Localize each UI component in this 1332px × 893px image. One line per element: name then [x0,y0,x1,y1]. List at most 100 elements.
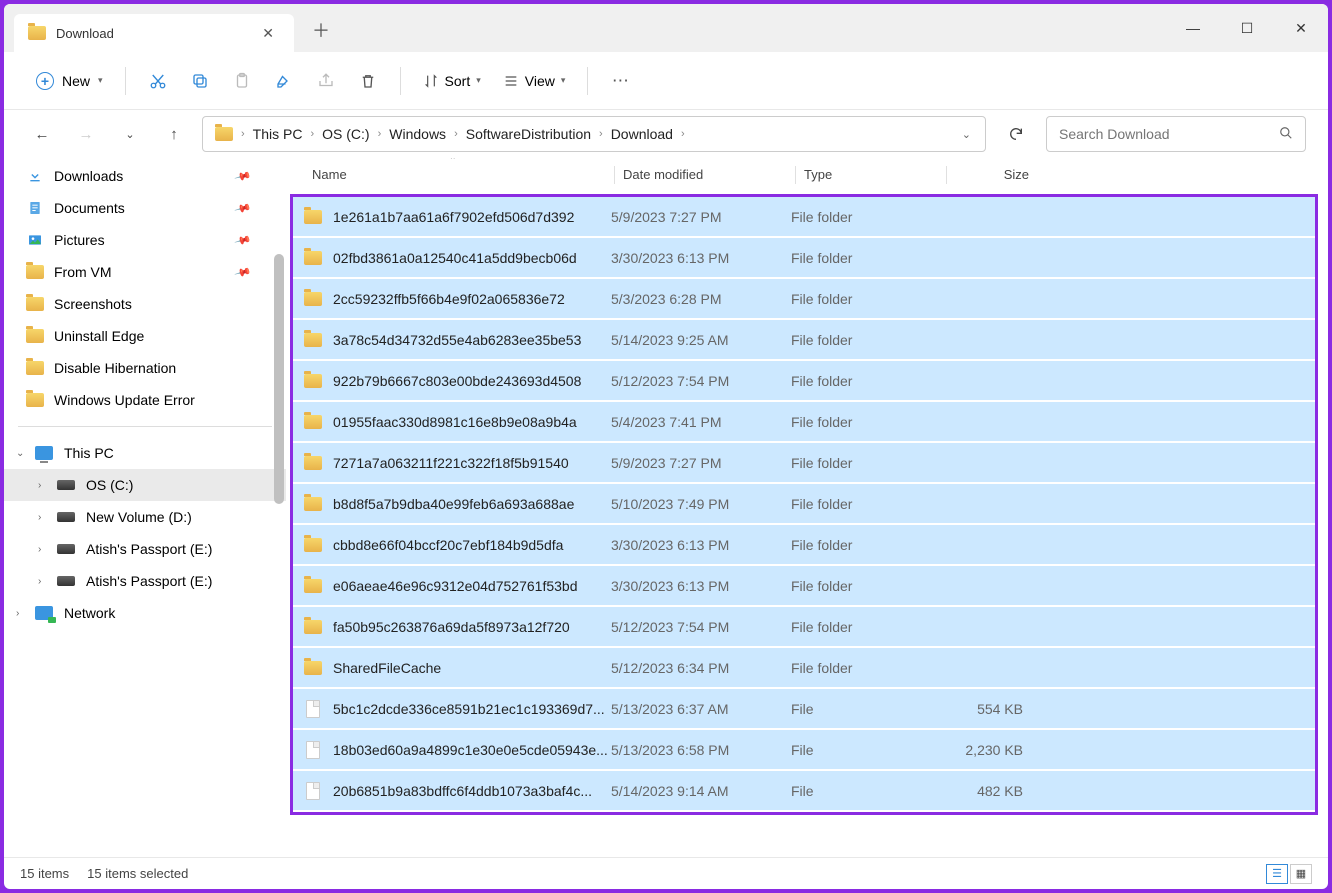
file-row[interactable]: 7271a7a063211f221c322f18f5b91540 5/9/202… [293,443,1315,484]
sidebar-item[interactable]: Disable Hibernation [4,352,286,384]
sidebar-drive[interactable]: › New Volume (D:) [4,501,286,533]
copy-button[interactable] [180,61,220,101]
chevron-right-icon[interactable]: › [38,480,56,491]
divider [18,426,272,427]
sidebar-item[interactable]: Screenshots [4,288,286,320]
sidebar-drive[interactable]: › Atish's Passport (E:) [4,533,286,565]
file-row[interactable]: cbbd8e66f04bccf20c7ebf184b9d5dfa 3/30/20… [293,525,1315,566]
rename-button[interactable] [264,61,304,101]
paste-button[interactable] [222,61,262,101]
minimize-button[interactable]: — [1166,4,1220,52]
file-name: 20b6851b9a83bdffc6f4ddb1073a3baf4c... [333,783,611,799]
sidebar-scrollbar[interactable] [272,158,286,857]
sidebar-drive[interactable]: › OS (C:) [4,469,286,501]
addressbar: ← → ⌄ ↑ › This PC › OS (C:) › Windows › … [4,110,1328,158]
sort-button[interactable]: Sort ▾ [413,67,491,95]
recent-button[interactable]: ⌄ [114,118,146,150]
breadcrumb-item[interactable]: OS (C:) [316,122,375,146]
file-row[interactable]: 922b79b6667c803e00bde243693d4508 5/12/20… [293,361,1315,402]
sidebar-item-label: Disable Hibernation [54,360,176,376]
cut-icon [149,72,167,90]
close-tab-icon[interactable]: ✕ [256,21,280,46]
file-row[interactable]: fa50b95c263876a69da5f8973a12f720 5/12/20… [293,607,1315,648]
new-tab-button[interactable]: ＋ [304,13,338,47]
breadcrumb-dropdown[interactable]: ⌄ [954,128,979,141]
close-window-button[interactable]: ✕ [1274,4,1328,52]
file-row[interactable]: 5bc1c2dcde336ce8591b21ec1c193369d7... 5/… [293,689,1315,730]
sidebar-item[interactable]: Downloads 📌 [4,160,286,192]
refresh-button[interactable] [998,116,1034,152]
maximize-button[interactable]: ☐ [1220,4,1274,52]
file-row[interactable]: 02fbd3861a0a12540c41a5dd9becb06d 3/30/20… [293,238,1315,279]
sidebar-network[interactable]: › Network [4,597,286,629]
file-row[interactable]: 1e261a1b7aa61a6f7902efd506d7d392 5/9/202… [293,197,1315,238]
file-name: 7271a7a063211f221c322f18f5b91540 [333,455,611,471]
drive-icon [56,573,76,589]
breadcrumb-item[interactable]: Windows [383,122,452,146]
breadcrumb[interactable]: › This PC › OS (C:) › Windows › Software… [202,116,986,152]
forward-button[interactable]: → [70,118,102,150]
file-type: File [791,783,941,799]
details-view-button[interactable]: ☰ [1266,864,1288,884]
sidebar-item[interactable]: From VM 📌 [4,256,286,288]
search-box[interactable] [1046,116,1306,152]
file-type: File folder [791,619,941,635]
chevron-down-icon[interactable]: ⌄ [16,448,34,459]
file-row[interactable]: 20b6851b9a83bdffc6f4ddb1073a3baf4c... 5/… [293,771,1315,812]
file-row[interactable]: 2cc59232ffb5f66b4e9f02a065836e72 5/3/202… [293,279,1315,320]
back-button[interactable]: ← [26,118,58,150]
scrollbar-thumb[interactable] [274,254,284,504]
chevron-right-icon: › [452,128,460,140]
tab-download[interactable]: Download ✕ [14,14,294,52]
file-icon [301,741,325,759]
sidebar-item[interactable]: Windows Update Error [4,384,286,416]
folder-icon [301,292,325,306]
titlebar: Download ✕ ＋ — ☐ ✕ [4,4,1328,52]
sidebar-thispc[interactable]: ⌄ This PC [4,437,286,469]
chevron-right-icon[interactable]: › [38,512,56,523]
file-row[interactable]: b8d8f5a7b9dba40e99feb6a693a688ae 5/10/20… [293,484,1315,525]
search-icon[interactable] [1279,126,1293,143]
more-button[interactable]: ⋯ [600,61,640,101]
view-label: View [525,73,555,89]
sidebar-item[interactable]: Uninstall Edge [4,320,286,352]
sidebar-item[interactable]: Documents 📌 [4,192,286,224]
file-row[interactable]: 01955faac330d8981c16e8b9e08a9b4a 5/4/202… [293,402,1315,443]
file-row[interactable]: SharedFileCache 5/12/2023 6:34 PM File f… [293,648,1315,689]
folder-icon [301,620,325,634]
delete-button[interactable] [348,61,388,101]
cut-button[interactable] [138,61,178,101]
breadcrumb-item[interactable]: This PC [247,122,309,146]
file-row[interactable]: e06aeae46e96c9312e04d752761f53bd 3/30/20… [293,566,1315,607]
chevron-right-icon[interactable]: › [38,576,56,587]
file-name: 3a78c54d34732d55e4ab6283ee35be53 [333,332,611,348]
file-row[interactable]: 3a78c54d34732d55e4ab6283ee35be53 5/14/20… [293,320,1315,361]
folder-icon [301,415,325,429]
pin-icon: 📌 [234,199,252,217]
column-size[interactable]: Size [947,167,1037,182]
chevron-right-icon[interactable]: › [38,544,56,555]
column-date[interactable]: Date modified [615,167,795,182]
breadcrumb-item[interactable]: SoftwareDistribution [460,122,597,146]
chevron-right-icon: › [679,128,687,140]
file-name: SharedFileCache [333,660,611,676]
share-button[interactable] [306,61,346,101]
column-type[interactable]: Type [796,167,946,182]
breadcrumb-item[interactable]: Download [605,122,679,146]
new-button[interactable]: + New ▾ [26,66,113,96]
file-type: File folder [791,578,941,594]
column-name[interactable]: ⌃ Name [304,167,614,182]
view-icon [503,73,519,89]
file-row[interactable]: 18b03ed60a9a4899c1e30e0e5cde05943e... 5/… [293,730,1315,771]
file-size: 2,230 KB [941,742,1023,758]
view-button[interactable]: View ▾ [493,67,576,95]
sidebar-item-label: Pictures [54,232,105,248]
file-date: 5/12/2023 7:54 PM [611,373,791,389]
search-input[interactable] [1059,126,1279,142]
sidebar-drive[interactable]: › Atish's Passport (E:) [4,565,286,597]
sidebar-item[interactable]: Pictures 📌 [4,224,286,256]
chevron-right-icon[interactable]: › [16,608,34,619]
thumbnails-view-button[interactable]: ▦ [1290,864,1312,884]
up-button[interactable]: ↑ [158,118,190,150]
file-size: 482 KB [941,783,1023,799]
